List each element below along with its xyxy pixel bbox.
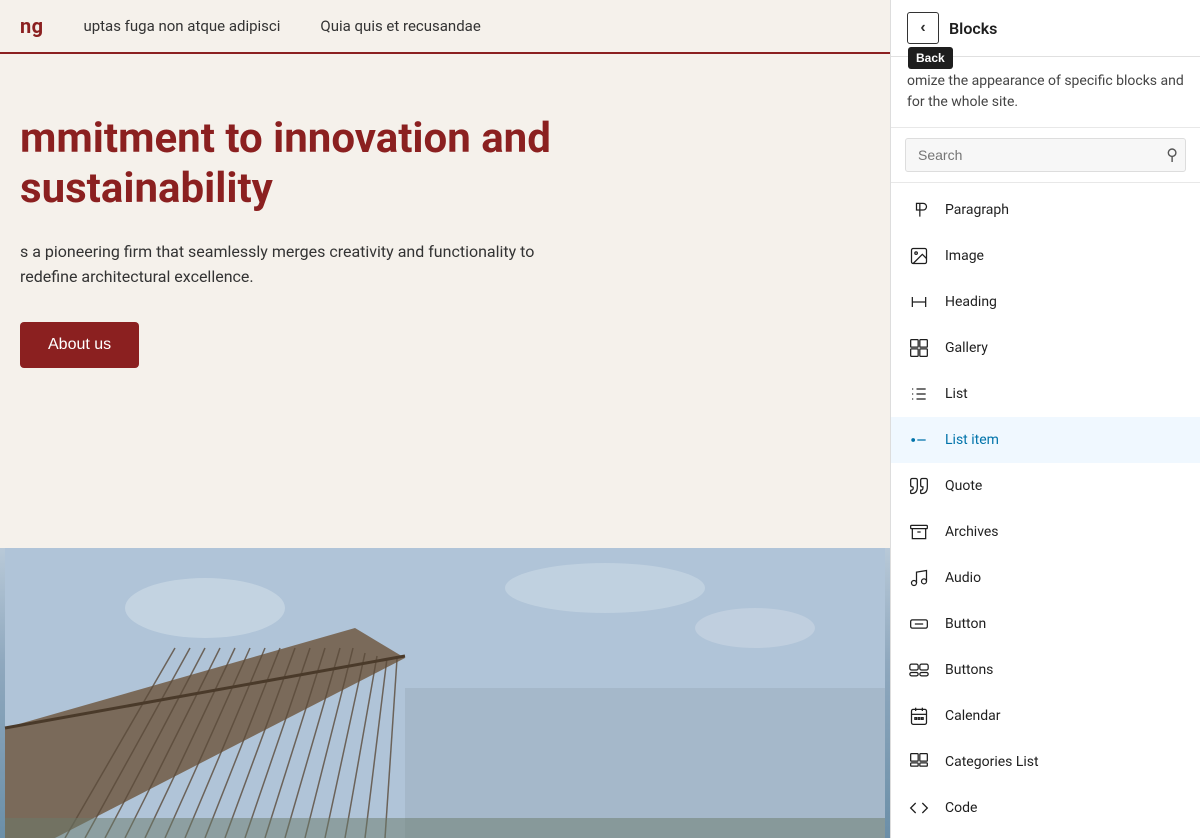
sidebar-header: ‹ Back Blocks (891, 0, 1200, 57)
nav-title: ng (20, 14, 43, 38)
block-item-quote[interactable]: Quote (891, 463, 1200, 509)
hero-section: mmitment to innovation and sustainabilit… (0, 54, 890, 408)
chevron-left-icon: ‹ (920, 19, 925, 37)
about-us-button[interactable]: About us (20, 322, 139, 368)
block-label-buttons: Buttons (945, 662, 993, 678)
block-item-calendar[interactable]: Calendar (891, 693, 1200, 739)
sidebar: ‹ Back Blocks omize the appearance of sp… (890, 0, 1200, 838)
block-item-list-item[interactable]: List item (891, 417, 1200, 463)
block-label-categories-list: Categories List (945, 754, 1039, 770)
buttons-icon (907, 658, 931, 682)
categories-list-icon (907, 750, 931, 774)
block-item-list[interactable]: List (891, 371, 1200, 417)
calendar-icon (907, 704, 931, 728)
block-label-image: Image (945, 248, 984, 264)
block-label-calendar: Calendar (945, 708, 1001, 724)
sidebar-panel-title: Blocks (949, 19, 997, 38)
block-item-image[interactable]: Image (891, 233, 1200, 279)
button-icon (907, 612, 931, 636)
block-item-archives[interactable]: Archives (891, 509, 1200, 555)
block-item-code[interactable]: Code (891, 785, 1200, 831)
block-label-heading: Heading (945, 294, 997, 310)
list-item-icon (907, 428, 931, 452)
list-icon (907, 382, 931, 406)
search-input[interactable] (905, 138, 1186, 172)
block-label-button: Button (945, 616, 986, 632)
block-list: Paragraph Image Heading Gallery List List ite… (891, 183, 1200, 838)
search-container: ⚲ (891, 128, 1200, 183)
heading-icon (907, 290, 931, 314)
search-icon: ⚲ (1166, 147, 1178, 164)
archives-icon (907, 520, 931, 544)
nav-link-2[interactable]: Quia quis et recusandae (320, 17, 480, 35)
block-label-paragraph: Paragraph (945, 202, 1009, 218)
block-item-heading[interactable]: Heading (891, 279, 1200, 325)
search-icon-button[interactable]: ⚲ (1166, 145, 1178, 165)
block-label-code: Code (945, 800, 977, 816)
block-label-list: List (945, 386, 968, 402)
block-item-paragraph[interactable]: Paragraph (891, 187, 1200, 233)
gallery-icon (907, 336, 931, 360)
image-icon (907, 244, 931, 268)
block-label-audio: Audio (945, 570, 981, 586)
audio-icon (907, 566, 931, 590)
building-image (0, 548, 890, 838)
block-item-button[interactable]: Button (891, 601, 1200, 647)
block-label-quote: Quote (945, 478, 982, 494)
block-item-categories-list[interactable]: Categories List (891, 739, 1200, 785)
quote-icon (907, 474, 931, 498)
block-item-gallery[interactable]: Gallery (891, 325, 1200, 371)
block-label-list-item: List item (945, 432, 999, 448)
building-svg (0, 548, 890, 838)
back-button[interactable]: ‹ Back (907, 12, 939, 44)
hero-title: mmitment to innovation and sustainabilit… (20, 114, 620, 215)
code-icon (907, 796, 931, 820)
block-item-buttons[interactable]: Buttons (891, 647, 1200, 693)
top-nav: ng uptas fuga non atque adipisci Quia qu… (0, 0, 890, 54)
paragraph-icon (907, 198, 931, 222)
block-label-archives: Archives (945, 524, 999, 540)
hero-subtitle: s a pioneering firm that seamlessly merg… (20, 239, 540, 290)
block-label-gallery: Gallery (945, 340, 988, 356)
block-item-audio[interactable]: Audio (891, 555, 1200, 601)
nav-links: uptas fuga non atque adipisci Quia quis … (83, 17, 480, 35)
nav-link-1[interactable]: uptas fuga non atque adipisci (83, 17, 280, 35)
back-tooltip: Back (908, 47, 953, 69)
main-content: ng uptas fuga non atque adipisci Quia qu… (0, 0, 890, 838)
